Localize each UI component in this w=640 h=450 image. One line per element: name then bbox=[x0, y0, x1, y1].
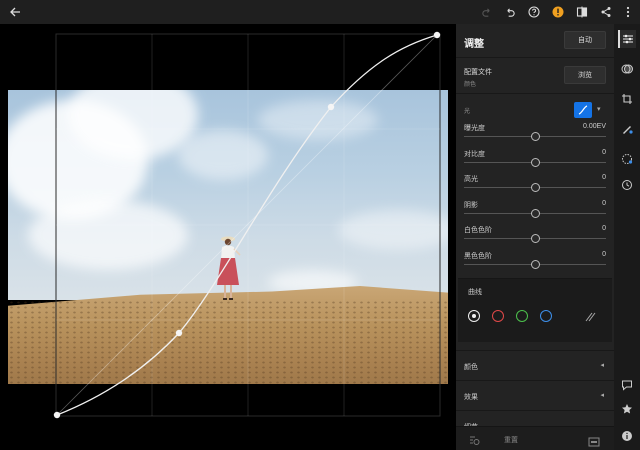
compare-icon[interactable] bbox=[573, 3, 591, 21]
section-effects-label: 效果 bbox=[464, 394, 478, 401]
curve-point[interactable] bbox=[175, 329, 183, 337]
slider-track[interactable] bbox=[464, 208, 606, 218]
section-color[interactable]: 颜色 ◂ bbox=[456, 350, 614, 380]
presets-icon[interactable] bbox=[618, 60, 636, 78]
profile-row[interactable]: 配置文件 颜色 浏览 bbox=[456, 58, 614, 94]
slider-value[interactable]: 0 bbox=[602, 200, 606, 207]
comment-icon[interactable] bbox=[618, 376, 636, 394]
adjust-sliders-icon[interactable] bbox=[618, 30, 636, 48]
slider-label: 曝光度 bbox=[464, 125, 485, 132]
rgb-channel-dot bbox=[471, 313, 476, 318]
section-effects[interactable]: 效果 ◂ bbox=[456, 380, 614, 410]
slider-track[interactable] bbox=[464, 234, 606, 243]
slider-value[interactable]: 0 bbox=[602, 225, 606, 232]
share-icon[interactable] bbox=[597, 3, 615, 21]
curve-toggle-button[interactable] bbox=[574, 102, 592, 118]
tone-curve-overlay[interactable] bbox=[0, 24, 456, 450]
slider-value[interactable]: 0 bbox=[602, 251, 606, 258]
red-channel-button[interactable] bbox=[492, 310, 504, 322]
slider-track[interactable] bbox=[464, 183, 606, 192]
slider-track[interactable] bbox=[464, 259, 606, 269]
slider-thumb[interactable] bbox=[531, 208, 540, 218]
slider-label: 对比度 bbox=[464, 150, 485, 158]
info-icon[interactable] bbox=[618, 427, 636, 445]
star-icon[interactable] bbox=[618, 400, 636, 418]
slider-label: 白色色阶 bbox=[464, 227, 492, 234]
panel-header: 调整 自动 bbox=[456, 24, 614, 58]
slider-thumb[interactable] bbox=[531, 234, 540, 243]
panel-title: 调整 bbox=[464, 39, 484, 50]
slider-thumb[interactable] bbox=[531, 157, 540, 167]
light-section: 光 ▾ 曝光度 0.00EV 对比度 0 高光 0 阴影 0 白色色阶 0 黑色色阶 0 bbox=[456, 94, 614, 278]
panel-bottom-bar: 重置 bbox=[456, 426, 614, 450]
curves-panel: 曲线 bbox=[458, 278, 612, 342]
light-section-label: 光 bbox=[464, 109, 471, 115]
back-arrow-icon[interactable] bbox=[6, 3, 24, 21]
slider-track[interactable] bbox=[464, 157, 606, 167]
parametric-curve-icon[interactable] bbox=[584, 310, 596, 322]
image-canvas[interactable] bbox=[0, 24, 456, 450]
slider-label: 高光 bbox=[464, 176, 478, 183]
auto-button[interactable]: 自动 bbox=[564, 31, 606, 49]
curves-title: 曲线 bbox=[468, 289, 482, 296]
help-icon[interactable] bbox=[525, 3, 543, 21]
adjust-panel: 调整 自动 配置文件 颜色 浏览 光 ▾ 曝光度 0.00EV 对比度 0 高光 0 阴影 0… bbox=[456, 24, 614, 450]
top-toolbar bbox=[0, 0, 640, 24]
chevron-left-icon: ◂ bbox=[600, 362, 604, 369]
green-channel-button[interactable] bbox=[516, 310, 528, 322]
slider-thumb[interactable] bbox=[531, 132, 540, 141]
profile-label: 配置文件 bbox=[464, 69, 492, 76]
alert-icon[interactable] bbox=[549, 3, 567, 21]
reset-button[interactable]: 重置 bbox=[504, 435, 518, 445]
slider-value[interactable]: 0 bbox=[602, 149, 606, 156]
slider-value[interactable]: 0.00EV bbox=[583, 123, 606, 130]
curve-point[interactable] bbox=[327, 103, 335, 111]
history-icon[interactable] bbox=[618, 176, 636, 194]
slider-track[interactable] bbox=[464, 132, 606, 141]
curve-point[interactable] bbox=[53, 411, 61, 419]
curve-point[interactable] bbox=[433, 31, 441, 39]
curve-icon bbox=[578, 105, 588, 115]
before-after-icon[interactable] bbox=[588, 434, 600, 450]
crop-icon[interactable] bbox=[618, 90, 636, 108]
blue-channel-button[interactable] bbox=[540, 310, 552, 322]
chevron-left-icon: ◂ bbox=[600, 392, 604, 399]
more-icon[interactable] bbox=[619, 3, 637, 21]
slider-label: 阴影 bbox=[464, 201, 478, 209]
selective-icon[interactable] bbox=[618, 150, 636, 168]
reset-icon[interactable] bbox=[468, 433, 480, 450]
slider-value[interactable]: 0 bbox=[602, 174, 606, 181]
rgb-channel-button[interactable] bbox=[468, 310, 480, 322]
slider-label: 黑色色阶 bbox=[464, 252, 492, 260]
browse-button[interactable]: 浏览 bbox=[564, 66, 606, 84]
slider-thumb[interactable] bbox=[531, 183, 540, 192]
heal-brush-icon[interactable] bbox=[618, 120, 636, 138]
profile-value: 颜色 bbox=[464, 82, 477, 88]
tool-strip bbox=[614, 24, 640, 450]
section-color-label: 颜色 bbox=[464, 364, 478, 371]
slider-thumb[interactable] bbox=[531, 259, 540, 269]
chevron-down-icon[interactable]: ▾ bbox=[597, 105, 601, 113]
undo-icon[interactable] bbox=[501, 3, 519, 21]
redo-icon[interactable] bbox=[477, 3, 495, 21]
